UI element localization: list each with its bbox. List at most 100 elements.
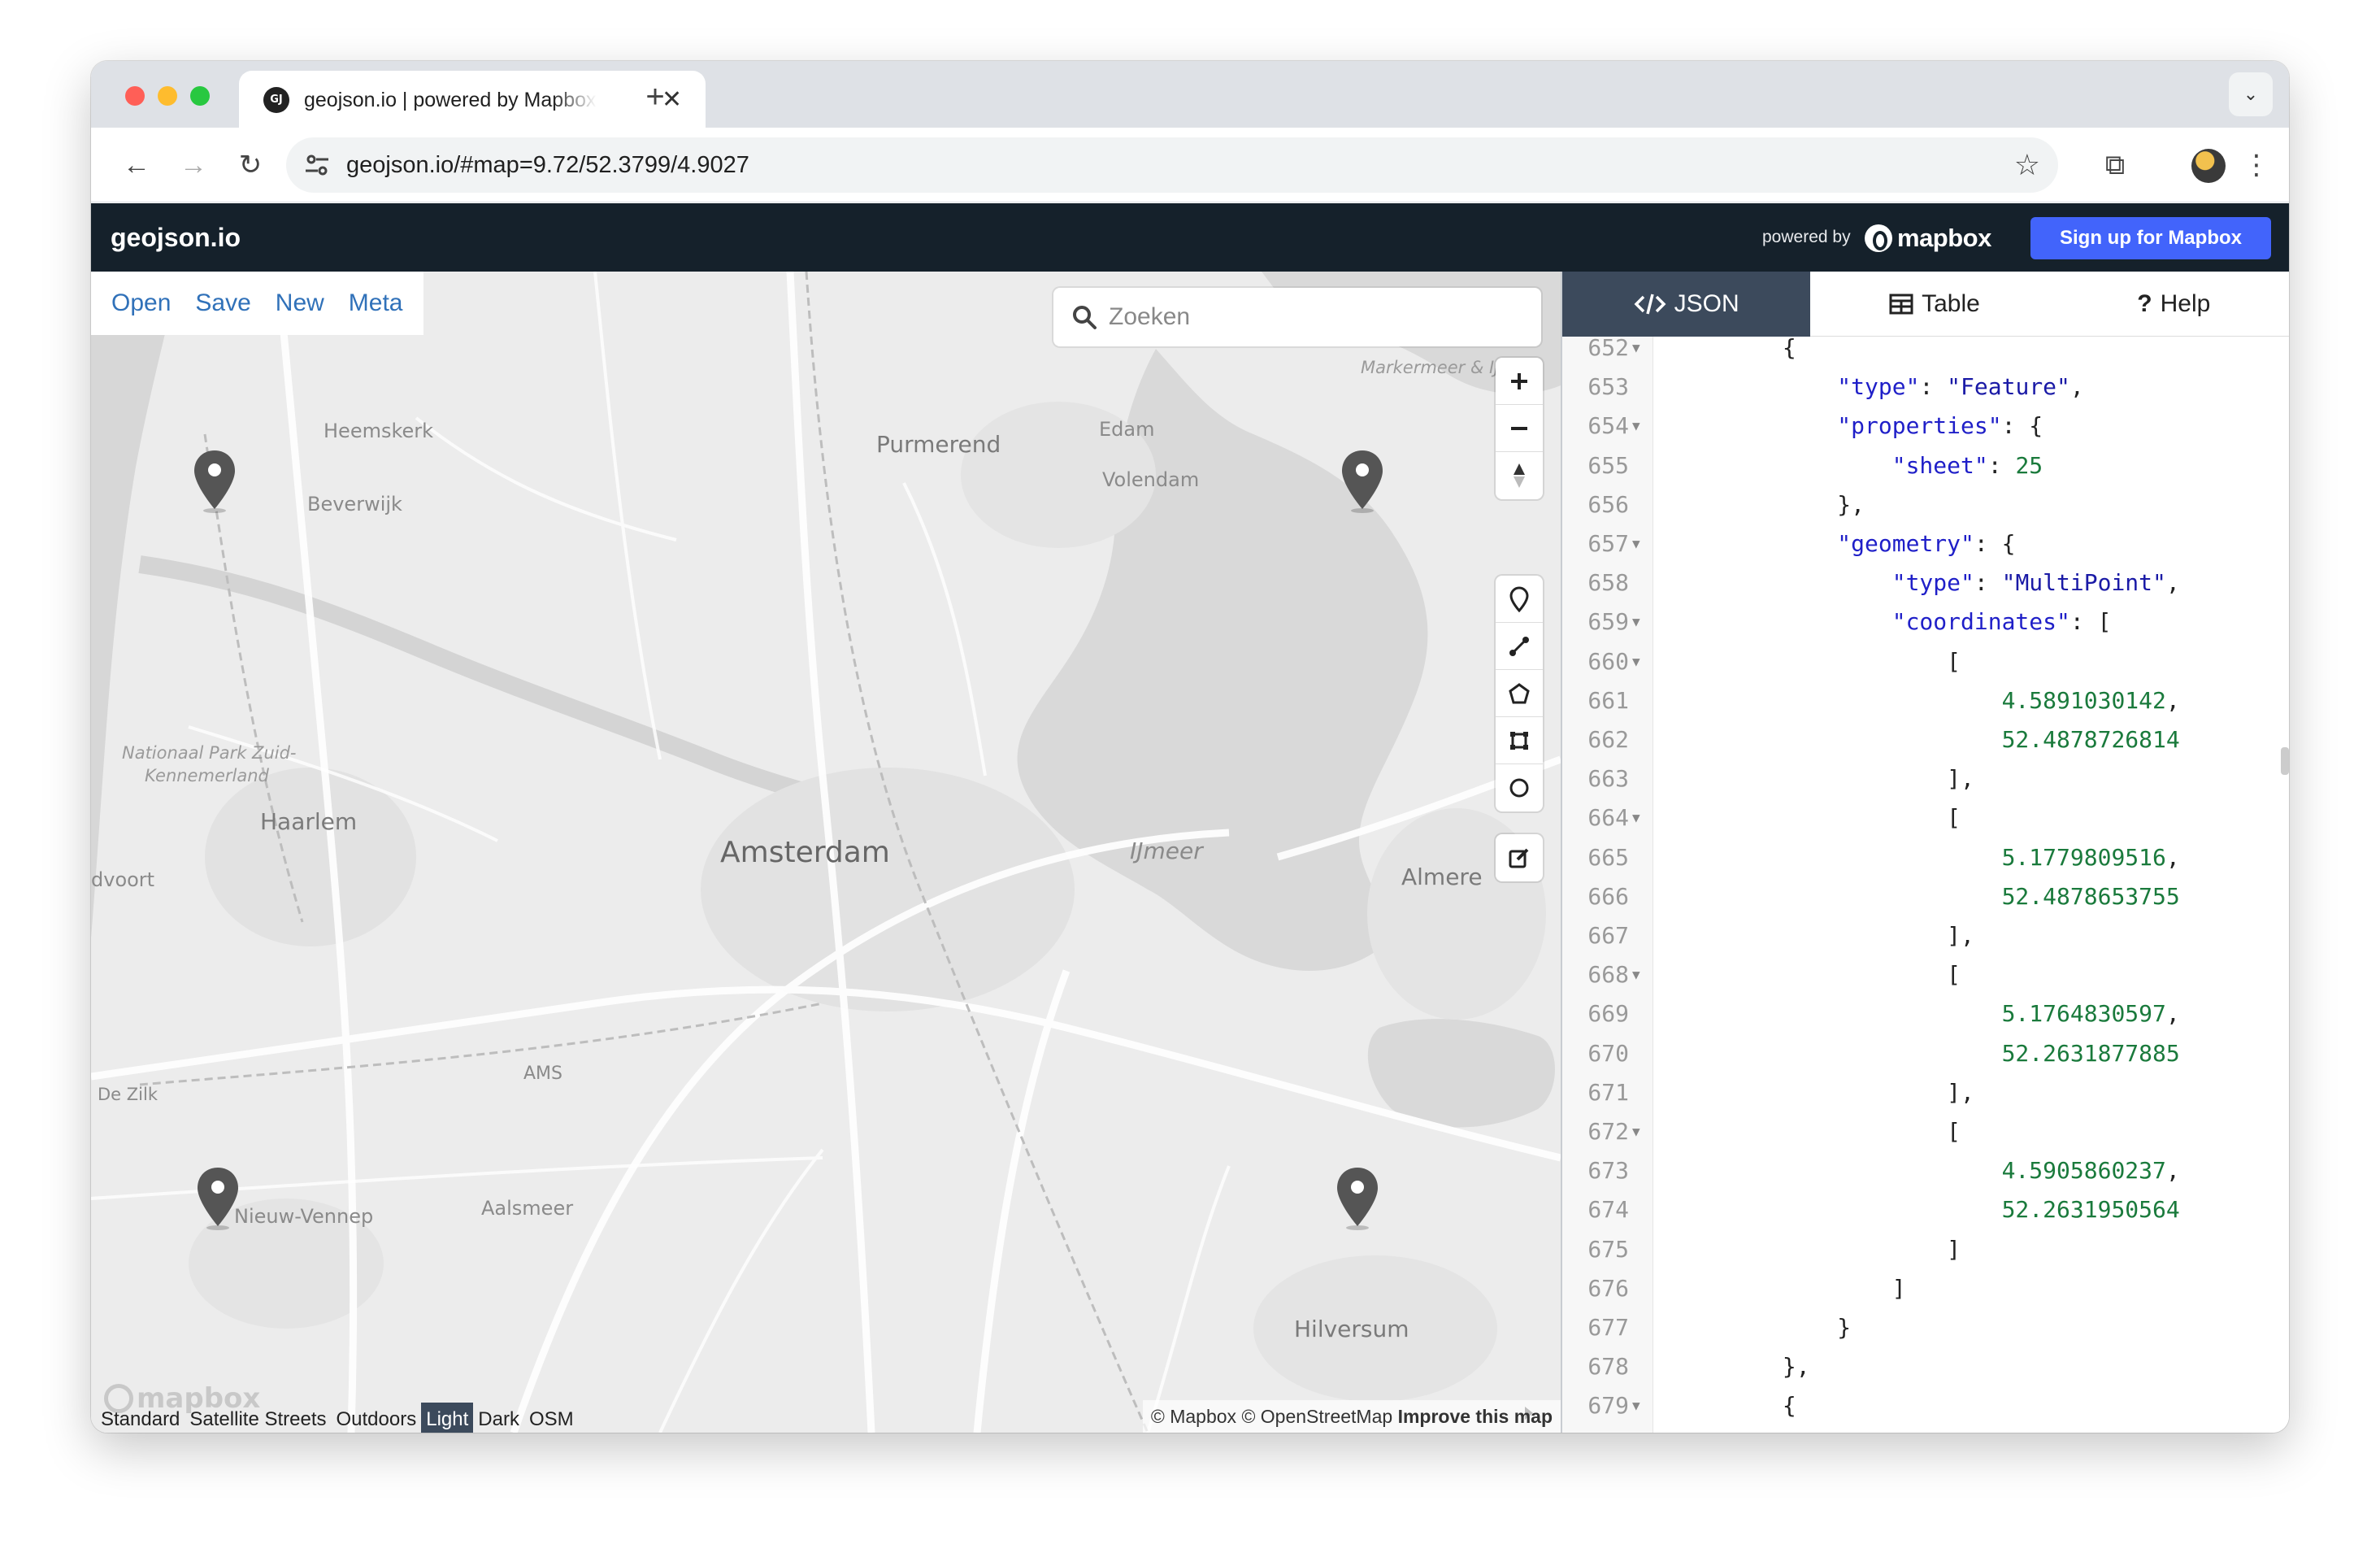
bookmark-star-icon[interactable]: ☆ — [2014, 146, 2040, 185]
code-text: 4.5905860237, — [2001, 1157, 2180, 1185]
signup-button[interactable]: Sign up for Mapbox — [2030, 217, 2271, 259]
compass-button[interactable] — [1496, 452, 1543, 499]
attribution-mapbox-link[interactable]: © Mapbox — [1151, 1406, 1236, 1427]
map-marker-pin-icon[interactable] — [195, 1166, 241, 1231]
code-line[interactable]: 662 52.4878726814 — [1562, 721, 2289, 758]
code-line[interactable]: 655 "sheet": 25 — [1562, 447, 2289, 484]
code-line[interactable]: 677 } — [1562, 1309, 2289, 1346]
draw-rectangle-button[interactable] — [1496, 717, 1543, 764]
minimize-window-button[interactable] — [158, 86, 177, 106]
fold-toggle-icon[interactable]: ▼ — [1632, 603, 1640, 640]
code-line[interactable]: 661 4.5891030142, — [1562, 682, 2289, 719]
tab-bar: GJ geojson.io | powered by Mapbox ✕ + ⌄ — [91, 61, 2289, 128]
zoom-out-button[interactable] — [1496, 405, 1543, 452]
maximize-window-button[interactable] — [190, 86, 210, 106]
json-code-editor[interactable]: 652 ▼ {653 "type": "Feature", 654 ▼ "proper… — [1562, 337, 2289, 1433]
extensions-icon[interactable]: ⧉ — [2094, 144, 2136, 186]
code-line[interactable]: 668 ▼ [ — [1562, 956, 2289, 993]
code-line[interactable]: 670 52.2631877885 — [1562, 1035, 2289, 1072]
line-number: 664 — [1587, 804, 1629, 832]
code-line[interactable]: 674 52.2631950564 — [1562, 1191, 2289, 1228]
line-number: 673 — [1587, 1157, 1629, 1185]
code-line[interactable]: 680 "type": "Feature", — [1562, 1427, 2289, 1433]
fold-toggle-icon[interactable]: ▼ — [1632, 337, 1640, 366]
map-marker-pin-icon[interactable] — [192, 449, 237, 514]
code-line[interactable]: 660 ▼ [ — [1562, 643, 2289, 680]
line-number: 671 — [1587, 1078, 1629, 1106]
tab-help[interactable]: ? Help — [2059, 272, 2289, 337]
zoom-in-button[interactable] — [1496, 358, 1543, 405]
style-option-light[interactable]: Light — [421, 1403, 474, 1433]
code-line[interactable]: 657 ▼ "geometry": { — [1562, 525, 2289, 562]
style-option-dark[interactable]: Dark — [473, 1403, 524, 1433]
fold-toggle-icon[interactable]: ▼ — [1632, 956, 1640, 993]
close-window-button[interactable] — [125, 86, 145, 106]
edit-features-button[interactable] — [1496, 834, 1543, 881]
save-menu-button[interactable]: Save — [183, 272, 263, 335]
fold-toggle-icon[interactable]: ▼ — [1632, 407, 1640, 444]
code-line[interactable]: 669 5.1764830597, — [1562, 995, 2289, 1032]
draw-marker-button[interactable] — [1496, 576, 1543, 623]
fold-toggle-icon[interactable]: ▼ — [1632, 643, 1640, 680]
back-button[interactable]: ← — [115, 144, 158, 186]
code-line[interactable]: 653 "type": "Feature", — [1562, 368, 2289, 405]
code-line[interactable]: 673 4.5905860237, — [1562, 1152, 2289, 1189]
code-line[interactable]: 678 }, — [1562, 1348, 2289, 1385]
fold-toggle-icon[interactable]: ▼ — [1632, 1113, 1640, 1150]
code-line[interactable]: 652 ▼ { — [1562, 337, 2289, 366]
style-option-outdoors[interactable]: Outdoors — [332, 1403, 422, 1433]
tab-search-button[interactable]: ⌄ — [2229, 72, 2273, 116]
attribution-osm-link[interactable]: © OpenStreetMap — [1241, 1406, 1392, 1427]
fold-toggle-icon[interactable]: ▼ — [1632, 1387, 1640, 1424]
style-option-osm[interactable]: OSM — [524, 1403, 579, 1433]
new-tab-button[interactable]: + — [632, 74, 678, 120]
place-label: Purmerend — [876, 431, 1001, 458]
line-number: 659 — [1587, 608, 1629, 636]
forward-button[interactable]: → — [172, 144, 215, 186]
code-text: "properties": { — [1837, 412, 2043, 440]
code-line[interactable]: 656 }, — [1562, 486, 2289, 523]
code-text: { — [1673, 337, 1796, 361]
reload-button[interactable]: ↻ — [229, 144, 271, 186]
tab-table[interactable]: Table — [1810, 272, 2058, 337]
app-logo[interactable]: geojson.io — [111, 203, 241, 272]
code-line[interactable]: 667 ], — [1562, 917, 2289, 954]
site-info-icon[interactable] — [302, 150, 332, 180]
code-line[interactable]: 659 ▼ "coordinates": [ — [1562, 603, 2289, 640]
tab-json[interactable]: JSON — [1562, 272, 1811, 337]
code-line[interactable]: 654 ▼ "properties": { — [1562, 407, 2289, 444]
line-number: 672 — [1587, 1118, 1629, 1145]
fold-toggle-icon[interactable]: ▼ — [1632, 525, 1640, 562]
map-marker-pin-icon[interactable] — [1335, 1166, 1380, 1231]
improve-map-link[interactable]: Improve this map — [1398, 1406, 1553, 1427]
new-menu-button[interactable]: New — [263, 272, 337, 335]
search-input[interactable] — [1109, 288, 1523, 346]
place-label: De Zilk — [98, 1085, 158, 1104]
mapbox-watermark[interactable]: mapbox — [104, 1382, 260, 1415]
profile-avatar[interactable] — [2191, 149, 2226, 183]
map-marker-pin-icon[interactable] — [1340, 449, 1385, 514]
address-bar[interactable]: geojson.io/#map=9.72/52.3799/4.9027 ☆ — [286, 137, 2058, 193]
draw-line-button[interactable] — [1496, 623, 1543, 670]
code-line[interactable]: 663 ], — [1562, 760, 2289, 797]
meta-menu-button[interactable]: Meta — [337, 272, 415, 335]
line-number: 661 — [1587, 686, 1629, 714]
code-line[interactable]: 665 5.1779809516, — [1562, 839, 2289, 876]
code-line[interactable]: 666 52.4878653755 — [1562, 878, 2289, 915]
code-line[interactable]: 675 ] — [1562, 1231, 2289, 1268]
code-line[interactable]: 672 ▼ [ — [1562, 1113, 2289, 1150]
code-line[interactable]: 679 ▼ { — [1562, 1387, 2289, 1424]
editor-scrollbar[interactable] — [2281, 747, 2289, 775]
code-line[interactable]: 658 "type": "MultiPoint", — [1562, 564, 2289, 601]
map-canvas[interactable]: Heemskerk Beverwijk Purmerend Edam Volen… — [91, 272, 1561, 1433]
browser-menu-icon[interactable]: ⋮ — [2235, 144, 2278, 186]
draw-polygon-button[interactable] — [1496, 670, 1543, 717]
draw-circle-button[interactable] — [1496, 764, 1543, 811]
code-line[interactable]: 671 ], — [1562, 1074, 2289, 1111]
code-line[interactable]: 664 ▼ [ — [1562, 799, 2289, 836]
line-number: 652 — [1587, 337, 1629, 361]
open-menu-button[interactable]: Open — [99, 272, 183, 335]
code-line[interactable]: 676 ] — [1562, 1270, 2289, 1307]
fold-toggle-icon[interactable]: ▼ — [1632, 799, 1640, 836]
mapbox-brand[interactable]: mapbox — [1865, 224, 1991, 252]
